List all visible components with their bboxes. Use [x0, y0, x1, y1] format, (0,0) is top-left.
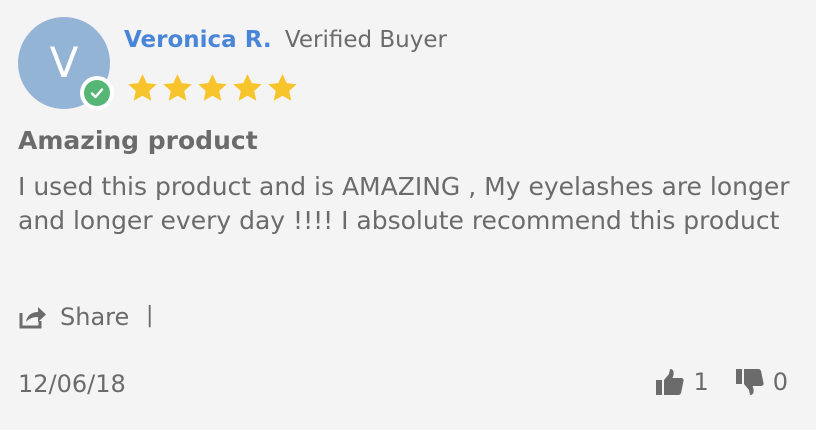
review-title: Amazing product	[18, 126, 258, 155]
unhelpful-vote-button[interactable]: 0	[735, 368, 788, 396]
star-rating	[126, 72, 299, 105]
avatar-initial: V	[49, 38, 79, 87]
share-separator: |	[146, 303, 154, 328]
star-icon	[233, 74, 262, 101]
star-icon	[268, 74, 297, 101]
thumbs-up-icon	[656, 369, 685, 395]
vote-controls: 1 0	[655, 368, 788, 396]
share-label: Share	[60, 303, 130, 331]
check-circle-icon	[84, 80, 110, 106]
review-date: 12/06/18	[18, 370, 126, 398]
star-icon	[198, 74, 227, 101]
verified-buyer-label: Verified Buyer	[284, 27, 447, 53]
reviewer-name[interactable]: Veronica R.	[124, 27, 272, 53]
thumbs-down-icon	[735, 369, 764, 395]
share-icon	[19, 307, 46, 329]
verified-badge	[80, 76, 114, 110]
reviewer-header: Veronica R. Verified Buyer	[124, 27, 447, 53]
helpful-vote-button[interactable]: 1	[655, 368, 709, 396]
unhelpful-count: 0	[772, 368, 788, 396]
star-icon	[163, 74, 192, 101]
review-card: V Veronica R. Verified Buyer Amazing pro…	[0, 0, 816, 430]
share-button[interactable]: Share	[18, 303, 129, 331]
helpful-count: 1	[693, 368, 709, 396]
review-body: I used this product and is AMAZING , My …	[18, 172, 790, 235]
star-icon	[128, 74, 157, 101]
